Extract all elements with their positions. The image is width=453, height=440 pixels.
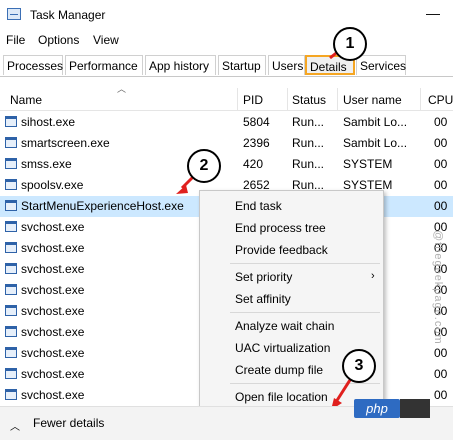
callout-badge-3: 3 [342, 349, 376, 383]
php-badge: php [354, 399, 400, 418]
callout-badge-2: 2 [187, 149, 221, 183]
callout-arrows [176, 48, 352, 410]
arrow-3 [334, 379, 352, 403]
chevron-up-icon[interactable]: ︿ [10, 418, 20, 433]
callout-badge-1: 1 [333, 27, 367, 61]
watermark: @thegeekpage.com [432, 230, 444, 345]
php-badge-dark [400, 399, 430, 418]
fewer-details-link[interactable]: Fewer details [33, 416, 104, 430]
